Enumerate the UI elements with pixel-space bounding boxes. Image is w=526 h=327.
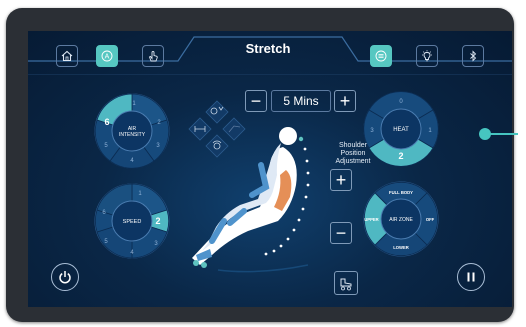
timer-value: 5 Mins — [271, 90, 331, 112]
shoulder-up-button[interactable]: + — [330, 169, 352, 191]
shoulder-label-line-2: Position — [340, 150, 366, 157]
shoulder-adjust-label: Shoulder Position Adjustment — [318, 142, 388, 166]
air-zone-upper[interactable]: UPPER — [364, 217, 378, 222]
auto-mode-button[interactable]: A — [96, 45, 118, 67]
power-icon — [59, 271, 71, 284]
air-zone-label: AIR ZONE — [389, 217, 413, 223]
menu-list-icon — [375, 50, 387, 62]
speed-value: 2 — [155, 216, 160, 226]
heat-label: HEAT — [393, 127, 409, 133]
shoulder-label-line-3: Adjustment — [335, 158, 371, 165]
shoulder-label-line-1: Shoulder — [338, 142, 368, 149]
air-zone-lower[interactable]: LOWER — [393, 245, 409, 250]
bluetooth-icon — [470, 50, 477, 62]
air-intensity-dial[interactable]: 1 2 3 4 5 6 AIR INTENSITY — [94, 93, 170, 169]
foot-roller-button[interactable] — [334, 271, 358, 295]
massage-chair-illustration — [192, 127, 310, 273]
speed-dial[interactable]: 1 2 3 4 5 6 SPEED — [94, 183, 170, 259]
heat-value: 2 — [398, 151, 403, 161]
pause-button[interactable] — [457, 263, 485, 291]
hand-icon — [148, 51, 158, 62]
svg-text:A: A — [105, 54, 110, 61]
air-zone-off[interactable]: OFF — [426, 217, 435, 222]
shoulder-down-button[interactable]: − — [330, 222, 352, 244]
air-intensity-value: 6 — [104, 117, 109, 127]
callout-dot — [479, 128, 491, 140]
home-button[interactable] — [56, 45, 78, 67]
timer-plus-button[interactable]: + — [334, 90, 356, 112]
power-button[interactable] — [51, 263, 79, 291]
auto-mode-icon: A — [101, 50, 113, 62]
manual-hand-button[interactable] — [142, 45, 164, 67]
air-zone-full-body[interactable]: FULL BODY — [389, 190, 413, 195]
air-intensity-label-2: INTENSITY — [119, 132, 146, 138]
page-title: Stretch — [245, 41, 291, 56]
control-screen: A Stretch 1 2 3 4 5 6 AIR INTENSITY 1 2 … — [28, 31, 512, 307]
foot-roller-icon — [340, 278, 352, 291]
pause-icon — [467, 272, 475, 282]
program-list-button[interactable] — [370, 45, 392, 67]
home-icon — [61, 50, 73, 62]
air-zone-dial[interactable]: FULL BODY UPPER OFF LOWER AIR ZONE — [363, 181, 439, 257]
bluetooth-button[interactable] — [462, 45, 484, 67]
light-button[interactable] — [416, 45, 438, 67]
speed-label: SPEED — [123, 219, 142, 225]
light-icon — [422, 50, 432, 62]
